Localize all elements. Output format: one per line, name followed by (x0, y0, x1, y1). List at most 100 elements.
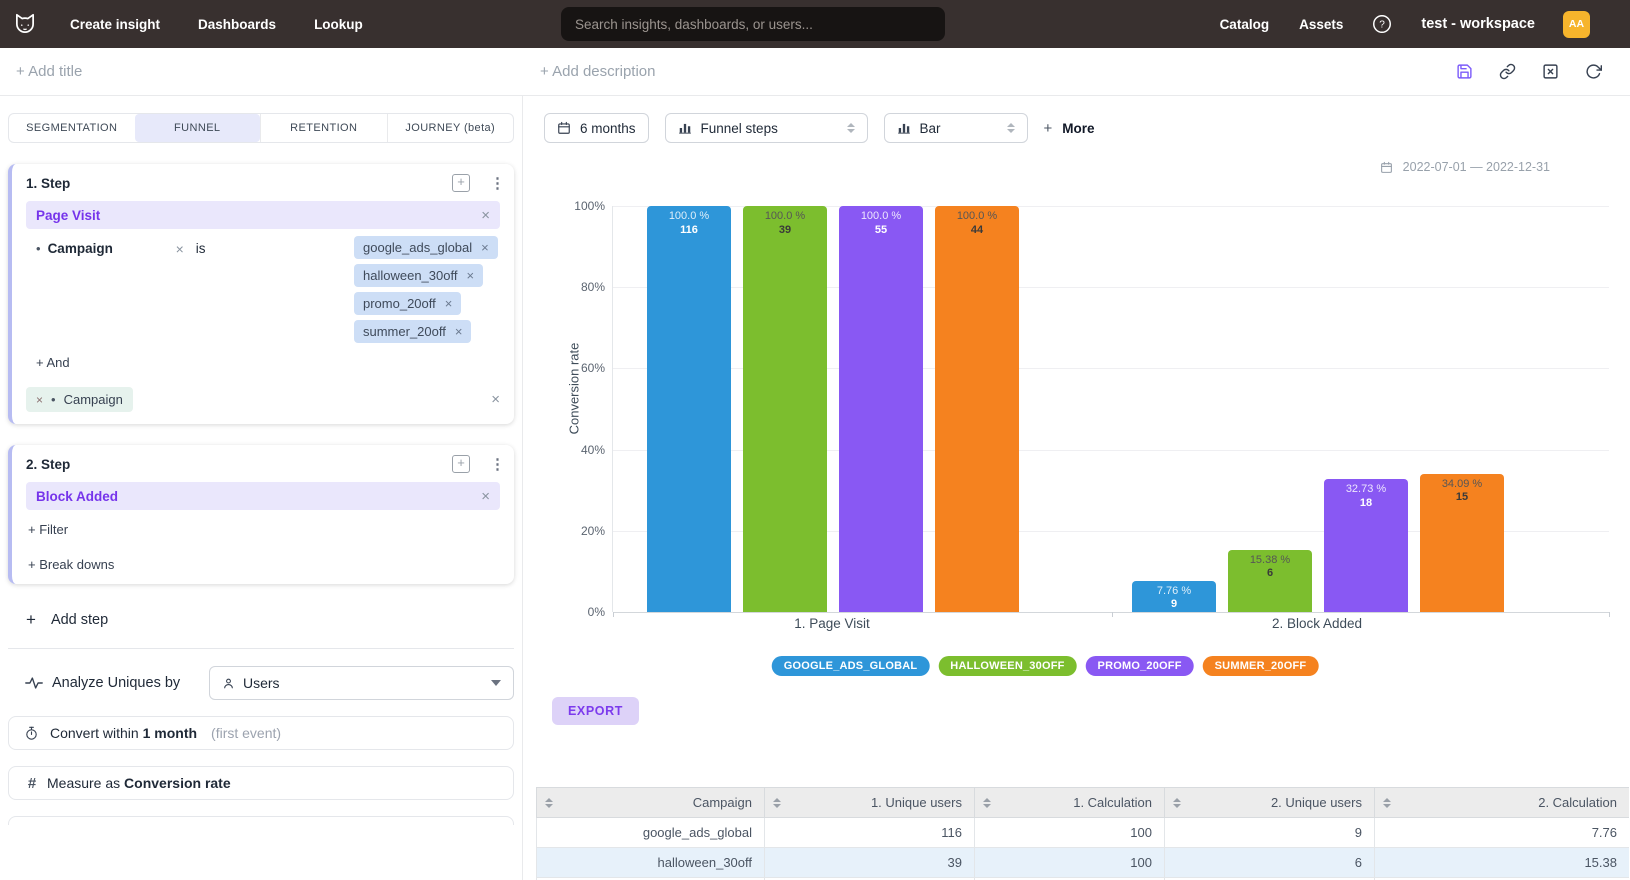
analyze-uniques-label: Analyze Uniques by (52, 675, 180, 691)
search-input[interactable] (561, 7, 945, 41)
add-step-button[interactable]: + Add step (26, 610, 514, 630)
column-header-campaign[interactable]: Campaign (537, 788, 765, 818)
event-name[interactable]: Block Added (36, 489, 118, 504)
legend-pill-summer-20off[interactable]: SUMMER_20OFF (1203, 656, 1319, 676)
convert-within-setting[interactable]: Convert within 1 month (first event) (8, 716, 514, 750)
nav-item-dashboards[interactable]: Dashboards (198, 17, 276, 32)
bar-value-label: 32.73 %18 (1324, 483, 1408, 511)
measure-value[interactable]: Conversion rate (124, 775, 231, 791)
bar-halloween-30off[interactable]: 100.0 %39 (743, 206, 827, 612)
add-title-field[interactable]: + Add title (16, 63, 82, 80)
step-2-event-row[interactable]: Block Added × (26, 482, 500, 510)
legend-pill-halloween-30off[interactable]: HALLOWEEN_30OFF (938, 656, 1076, 676)
nav-item-lookup[interactable]: Lookup (314, 17, 363, 32)
remove-event-icon[interactable]: × (481, 488, 490, 505)
workspace-name[interactable]: test - workspace (1421, 16, 1535, 32)
bar-summer-20off[interactable]: 100.0 %44 (935, 206, 1019, 612)
bar-value-label: 100.0 %44 (935, 210, 1019, 238)
tab-segmentation[interactable]: SEGMENTATION (9, 114, 135, 142)
copy-link-icon[interactable] (1499, 63, 1516, 80)
event-name[interactable]: Page Visit (36, 208, 100, 223)
column-label: 2. Unique users (1271, 795, 1362, 810)
tab-funnel[interactable]: FUNNEL (135, 114, 261, 142)
filter-property[interactable]: Campaign (48, 241, 176, 256)
sort-icon[interactable] (545, 798, 553, 808)
sort-icon[interactable] (1173, 798, 1181, 808)
tab-journey-beta[interactable]: JOURNEY (beta) (387, 114, 514, 142)
convert-prefix: Convert within (50, 725, 139, 741)
date-range-display[interactable]: 2022-07-01 — 2022-12-31 (1380, 160, 1550, 174)
breakdown-chip[interactable]: × • Campaign (26, 387, 133, 412)
remove-value-icon[interactable]: × (466, 268, 474, 283)
add-description-field[interactable]: + Add description (540, 63, 656, 80)
more-button[interactable]: + More (1044, 120, 1095, 137)
filter-value-chip[interactable]: google_ads_global× (354, 236, 498, 259)
remove-event-icon[interactable]: × (481, 207, 490, 224)
add-filter-icon[interactable]: + (452, 455, 470, 473)
filter-operator[interactable]: is (196, 241, 206, 256)
remove-filter-icon[interactable]: × (176, 241, 184, 257)
bar-promo-20off[interactable]: 32.73 %18 (1324, 479, 1408, 612)
stopwatch-icon (24, 726, 39, 741)
bar-google-ads-global[interactable]: 7.76 %9 (1132, 581, 1216, 613)
bar-pct: 100.0 % (647, 210, 731, 224)
measure-as-setting[interactable]: # Measure as Conversion rate (8, 766, 514, 800)
bar-summer-20off[interactable]: 34.09 %15 (1420, 474, 1504, 612)
add-filter-link[interactable]: + Filter (28, 522, 500, 537)
legend-pill-google-ads-global[interactable]: GOOGLE_ADS_GLOBAL (772, 656, 930, 676)
column-label: 2. Calculation (1538, 795, 1617, 810)
add-and-condition[interactable]: + And (36, 355, 500, 370)
close-square-icon[interactable] (1542, 63, 1559, 80)
remove-breakdown-row-icon[interactable]: × (491, 391, 500, 408)
column-header-2-calculation[interactable]: 2. Calculation (1375, 788, 1630, 818)
nav-right-menu: Catalog Assets ? test - workspace AA (1220, 11, 1590, 38)
time-range-button[interactable]: 6 months (544, 113, 649, 143)
view-select[interactable]: Funnel steps (665, 113, 868, 143)
analyze-entity-select[interactable]: Users (209, 666, 514, 700)
remove-value-icon[interactable]: × (481, 240, 489, 255)
bar-value-label: 100.0 %55 (839, 210, 923, 238)
calendar-icon (557, 121, 571, 135)
table-cell: 6 (1165, 848, 1375, 878)
sort-icon[interactable] (1383, 798, 1391, 808)
convert-value[interactable]: 1 month (143, 725, 197, 741)
bar-google-ads-global[interactable]: 100.0 %116 (647, 206, 731, 612)
remove-breakdown-icon[interactable]: × (36, 393, 43, 407)
hash-icon: # (24, 775, 40, 792)
funnel-builder-panel: SEGMENTATIONFUNNELRETENTIONJOURNEY (beta… (0, 96, 523, 880)
column-header-1-calculation[interactable]: 1. Calculation (975, 788, 1165, 818)
app-logo-cat-icon[interactable] (10, 9, 40, 39)
avatar[interactable]: AA (1563, 11, 1590, 38)
filter-value-chip[interactable]: promo_20off× (354, 292, 461, 315)
bar-halloween-30off[interactable]: 15.38 %6 (1228, 550, 1312, 612)
x-category-label: 1. Page Visit (794, 616, 870, 631)
chart-area: 6 months Funnel steps Bar (523, 96, 1630, 880)
filter-value-chip[interactable]: summer_20off× (354, 320, 471, 343)
sort-icon[interactable] (983, 798, 991, 808)
svg-text:?: ? (1380, 20, 1386, 31)
column-header-1-unique-users[interactable]: 1. Unique users (765, 788, 975, 818)
add-breakdown-link[interactable]: + Break downs (28, 557, 500, 572)
step-menu-icon[interactable]: ⋮ (490, 174, 500, 192)
step-menu-icon[interactable]: ⋮ (490, 455, 500, 473)
nav-item-assets[interactable]: Assets (1299, 17, 1343, 32)
nav-item-catalog[interactable]: Catalog (1220, 17, 1270, 32)
chart-type-select[interactable]: Bar (884, 113, 1028, 143)
save-icon[interactable] (1456, 63, 1473, 80)
nav-item-create-insight[interactable]: Create insight (70, 17, 160, 32)
refresh-icon[interactable] (1585, 63, 1602, 80)
export-button[interactable]: EXPORT (552, 697, 639, 725)
sort-icon[interactable] (773, 798, 781, 808)
legend-pill-promo-20off[interactable]: PROMO_20OFF (1086, 656, 1194, 676)
select-arrows-icon (847, 123, 855, 133)
help-icon[interactable]: ? (1371, 13, 1393, 35)
filter-value-chip[interactable]: halloween_30off× (354, 264, 483, 287)
remove-value-icon[interactable]: × (455, 324, 463, 339)
column-header-2-unique-users[interactable]: 2. Unique users (1165, 788, 1375, 818)
bar-promo-20off[interactable]: 100.0 %55 (839, 206, 923, 612)
remove-value-icon[interactable]: × (445, 296, 453, 311)
step-1-event-row[interactable]: Page Visit × (26, 201, 500, 229)
tab-retention[interactable]: RETENTION (260, 114, 387, 142)
step-2-card: 2. Step + ⋮ Block Added × + Filter + Bre… (8, 445, 514, 584)
add-filter-icon[interactable]: + (452, 174, 470, 192)
